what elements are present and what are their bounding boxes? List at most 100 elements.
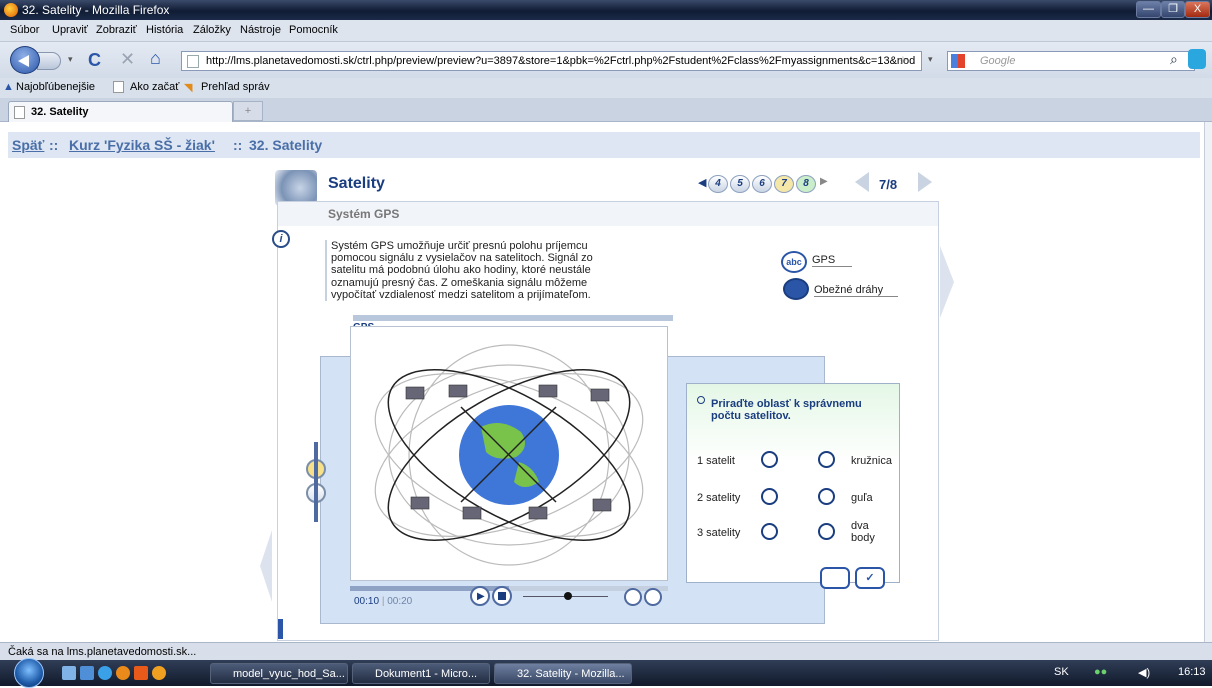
quiz-left-label: 1 satelit [697,455,735,467]
minimize-button[interactable]: — [1136,1,1161,18]
menu-file[interactable]: Súbor [10,24,39,36]
lesson-title: Satelity [328,175,385,192]
stop-icon[interactable]: ✕ [120,49,135,70]
start-button[interactable] [14,658,44,688]
new-tab-button[interactable]: + [233,101,263,121]
menu-history[interactable]: História [146,24,183,36]
google-icon[interactable] [951,54,965,68]
quicklaunch-icon[interactable] [80,666,94,680]
reset-icon[interactable] [820,567,850,589]
prev-slide-icon[interactable] [260,530,272,602]
bullet-icon [697,396,705,404]
breadcrumb-current: 32. Satelity [249,137,323,153]
media-player-icon[interactable] [134,666,148,680]
quiz-left-label: 2 satelity [697,492,741,504]
skype-icon[interactable] [1188,49,1206,69]
language-indicator[interactable]: SK [1054,666,1069,678]
firefox-icon [4,3,18,17]
pager-page-5[interactable]: 5 [730,175,750,193]
subtitle-bar: Systém GPS [278,202,938,226]
pager-prev-arrow-icon[interactable]: ◀ [698,176,706,189]
quiz-left-connector[interactable] [761,523,778,540]
quiz-left-connector[interactable] [761,488,778,505]
address-bar[interactable]: http://lms.planetavedomosti.sk/ctrl.php/… [181,51,922,71]
lesson-panel: Systém GPS i Systém GPS umožňuje určiť p… [272,201,939,641]
tab-active[interactable]: 32. Satelity [8,101,233,122]
bookmark-most-visited[interactable]: Najobľúbenejšie [16,81,95,93]
clock[interactable]: 16:13 [1178,666,1206,678]
ie-icon[interactable] [98,666,112,680]
glossary-link-gps[interactable]: GPS [812,254,852,267]
step-back-button[interactable] [624,588,642,606]
volume-slider-handle[interactable] [564,592,572,600]
quiz-right-label: guľa [851,492,873,504]
next-slide-icon[interactable] [940,246,954,318]
pager-page-6[interactable]: 6 [752,175,772,193]
quiz-panel: Priraďte oblasť k správnemu počtu sateli… [686,383,900,589]
show-desktop-icon[interactable] [62,666,76,680]
url-dropdown-icon[interactable]: ▾ [928,54,933,65]
breadcrumb-separator: :: [233,137,243,153]
reload-icon[interactable]: C [88,50,101,71]
menu-view[interactable]: Zobraziť [96,24,137,36]
glossary-link-orbits[interactable]: Obežné dráhy [814,284,898,297]
firefox-quicklaunch-icon[interactable] [116,666,130,680]
bookmark-getting-started[interactable]: Ako začať [130,81,179,93]
breadcrumb-course-link[interactable]: Kurz 'Fyzika SŠ - žiak' [69,137,215,153]
check-icon[interactable]: ✓ [855,567,885,589]
bookmark-star-icon[interactable]: ☆ [898,54,908,67]
vertical-scrollbar[interactable] [1204,122,1212,642]
quiz-right-label: dva body [851,520,875,544]
menu-edit[interactable]: Upraviť [52,24,88,36]
tray-status-icon[interactable]: ●● [1094,666,1107,678]
menu-help[interactable]: Pomocník [289,24,338,36]
search-placeholder: Google [980,55,1016,67]
gps-animation [350,326,668,581]
taskbar: model_vyuc_hod_Sa... Dokument1 - Micro..… [0,658,1212,688]
book-icon[interactable] [783,278,809,300]
firefox-quicklaunch-icon[interactable] [152,666,166,680]
breadcrumb-back-link[interactable]: Späť [12,137,44,153]
menu-tools[interactable]: Nástroje [240,24,281,36]
bookmarks-toolbar: ▲ Najobľúbenejšie Ako začať ◥ Prehľad sp… [0,78,1212,98]
quiz-left-connector[interactable] [761,451,778,468]
breadcrumb-separator: :: [49,137,59,153]
pager-page-7[interactable]: 7 [774,175,794,193]
taskbar-item-firefox[interactable]: 32. Satelity - Mozilla... [494,663,632,684]
page-next-icon[interactable] [918,172,932,192]
url-text[interactable]: http://lms.planetavedomosti.sk/ctrl.php/… [206,55,915,67]
menu-bar: Súbor Upraviť Zobraziť História Záložky … [0,20,1212,42]
search-icon[interactable]: ⌕ [1170,51,1178,68]
abc-icon[interactable]: abc [781,251,807,273]
home-icon[interactable]: ⌂ [150,48,161,69]
close-button[interactable]: X [1185,1,1210,18]
taskbar-item-word-model[interactable]: model_vyuc_hod_Sa... [210,663,348,684]
step-forward-button[interactable] [644,588,662,606]
stop-button[interactable] [492,586,512,606]
play-button[interactable]: ▶ [470,586,490,606]
history-dropdown-icon[interactable]: ▾ [68,54,76,64]
maximize-button[interactable]: ❐ [1161,1,1185,18]
status-text: Čaká sa na lms.planetavedomosti.sk... [8,646,197,658]
quiz-prompt: Priraďte oblasť k správnemu počtu sateli… [711,398,862,422]
window-title: 32. Satelity - Mozilla Firefox [22,3,170,17]
taskbar-item-label: model_vyuc_hod_Sa... [233,668,345,680]
gps-orbits-illustration [374,344,644,566]
pager-page-8[interactable]: 8 [796,175,816,193]
quiz-right-connector[interactable] [818,523,835,540]
taskbar-item-word-doc[interactable]: Dokument1 - Micro... [352,663,490,684]
search-box[interactable]: Google [947,51,1195,71]
pager-next-arrow-icon[interactable]: ▶ [820,176,828,187]
quiz-right-connector[interactable] [818,488,835,505]
forward-button[interactable] [37,52,61,70]
taskbar-item-label: 32. Satelity - Mozilla... [517,668,625,680]
info-icon[interactable]: i [272,230,290,248]
back-button[interactable] [10,46,40,74]
pager-page-4[interactable]: 4 [708,175,728,193]
volume-icon[interactable]: ◀) [1138,666,1150,679]
bookmark-news[interactable]: Prehľad správ [201,81,270,93]
menu-bookmarks[interactable]: Záložky [193,24,231,36]
quiz-right-connector[interactable] [818,451,835,468]
side-marker [278,619,283,639]
page-prev-icon[interactable] [855,172,869,192]
